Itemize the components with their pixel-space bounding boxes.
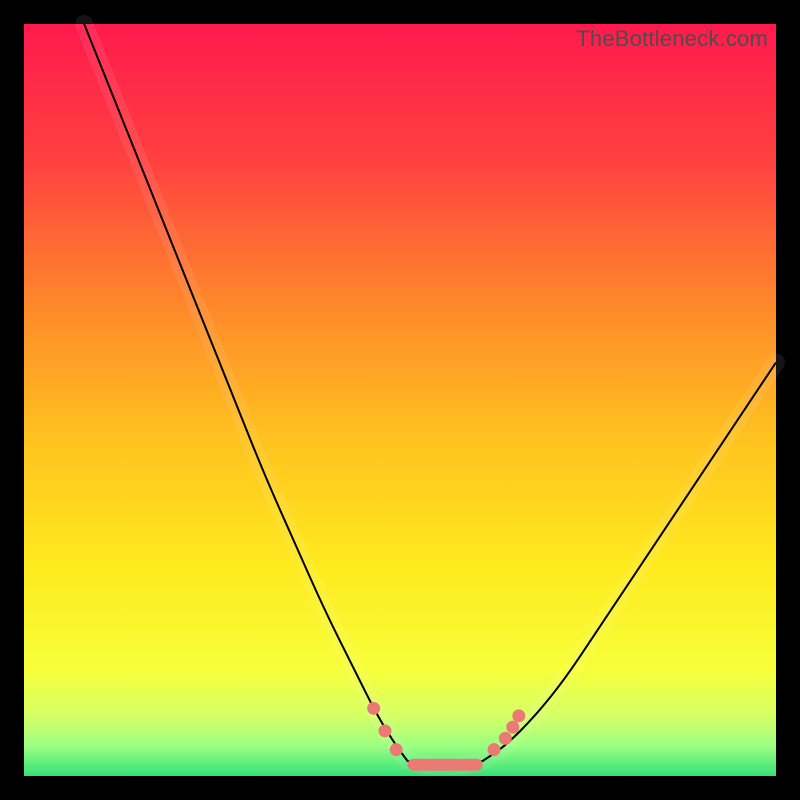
marker-dot (506, 721, 519, 734)
bottleneck-curve (84, 24, 776, 766)
curve-glow (84, 24, 776, 766)
marker-dot (512, 709, 525, 722)
marker-dot (499, 732, 512, 745)
marker-dot (390, 743, 403, 756)
marker-dot (367, 702, 380, 715)
outer-frame: TheBottleneck.com (0, 0, 800, 800)
chart-svg (24, 24, 776, 776)
marker-dot (378, 724, 391, 737)
marker-floor (408, 759, 483, 771)
marker-dot (488, 743, 501, 756)
plot-area: TheBottleneck.com (24, 24, 776, 776)
